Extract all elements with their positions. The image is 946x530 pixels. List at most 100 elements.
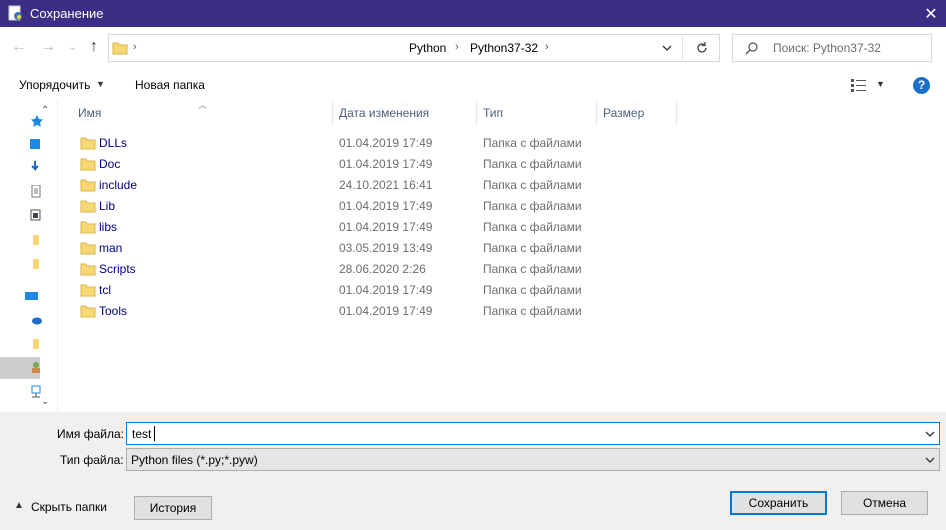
filename-value[interactable]: test [132, 427, 151, 441]
file-row[interactable]: man 03.05.2019 13:49 Папка с файлами [58, 237, 946, 258]
folder-icon [80, 263, 96, 276]
network-icon[interactable] [30, 385, 44, 399]
file-type: Папка с файлами [483, 304, 582, 318]
folder-icon [112, 42, 128, 55]
search-box[interactable]: Поиск: Python37-32 [732, 34, 932, 62]
column-header-size[interactable]: Размер [603, 100, 644, 126]
file-row[interactable]: Doc 01.04.2019 17:49 Папка с файлами [58, 153, 946, 174]
onedrive-icon[interactable] [30, 313, 44, 327]
caret-down-icon[interactable]: ▼ [876, 79, 885, 89]
breadcrumb-python[interactable]: Python [409, 41, 446, 55]
window-title: Сохранение [30, 6, 104, 21]
file-name: Scripts [99, 262, 136, 276]
back-button[interactable]: ← [9, 37, 29, 57]
address-divider [682, 35, 683, 61]
chevron-down-icon [662, 45, 672, 51]
file-name: DLLs [99, 136, 128, 150]
documents-icon[interactable] [30, 185, 44, 199]
address-dropdown-button[interactable] [654, 36, 680, 60]
navigation-scrollbar[interactable] [40, 118, 54, 394]
chevron-up-icon[interactable]: ▲ [14, 500, 24, 511]
file-name: include [99, 178, 138, 192]
cancel-button[interactable]: Отмена [841, 491, 928, 515]
file-type: Папка с файлами [483, 262, 582, 276]
chevron-down-icon[interactable] [925, 427, 935, 441]
view-details-icon[interactable] [850, 78, 870, 92]
close-button[interactable]: ✕ [916, 0, 946, 27]
save-form-panel: Имя файла: test Тип файла: Python files … [0, 412, 946, 530]
folder-icon[interactable] [30, 257, 44, 271]
column-header-date[interactable]: Дата изменения [339, 100, 429, 126]
breadcrumb-chevron-icon: › [133, 41, 137, 53]
organize-button[interactable]: Упорядочить [19, 78, 90, 92]
file-row[interactable]: tcl 01.04.2019 17:49 Папка с файлами [58, 279, 946, 300]
navigation-bar: ← → ⌄ ↑ › Python › Python37-32 › Поиск: … [0, 27, 946, 69]
breadcrumb-chevron-icon[interactable]: › [455, 41, 459, 53]
refresh-button[interactable] [689, 36, 715, 60]
column-divider[interactable] [476, 100, 477, 126]
column-divider[interactable] [676, 100, 677, 126]
file-type: Папка с файлами [483, 136, 582, 150]
help-icon[interactable]: ? [913, 77, 930, 94]
breadcrumb-python37-32[interactable]: Python37-32 [470, 41, 538, 55]
user-icon[interactable] [30, 361, 44, 375]
search-placeholder: Поиск: Python37-32 [773, 41, 881, 55]
file-row[interactable]: include 24.10.2021 16:41 Папка с файлами [58, 174, 946, 195]
save-button[interactable]: Сохранить [730, 491, 827, 515]
forward-arrow-icon: → [40, 38, 56, 55]
file-row[interactable]: Tools 01.04.2019 17:49 Папка с файлами [58, 300, 946, 321]
hide-folders-button[interactable]: Скрыть папки [31, 500, 107, 514]
file-type: Папка с файлами [483, 157, 582, 171]
file-type: Папка с файлами [483, 241, 582, 255]
title-bar: Сохранение ✕ [0, 0, 946, 27]
pictures-icon[interactable] [30, 209, 44, 223]
file-name: Doc [99, 157, 121, 171]
folder-icon[interactable] [30, 337, 44, 351]
folder-icon [80, 242, 96, 255]
file-name: libs [99, 220, 118, 234]
file-name: tcl [99, 283, 111, 297]
history-button[interactable]: История [134, 496, 212, 520]
column-header-name[interactable]: Имя [78, 100, 101, 126]
desktop-icon[interactable] [30, 138, 44, 152]
folder-icon [80, 137, 96, 150]
file-row[interactable]: Scripts 28.06.2020 2:26 Папка с файлами [58, 258, 946, 279]
folder-icon [80, 305, 96, 318]
address-bar[interactable]: › Python › Python37-32 › [108, 34, 720, 62]
file-row[interactable]: DLLs 01.04.2019 17:49 Папка с файлами [58, 132, 946, 153]
recent-locations-button[interactable]: ⌄ [63, 37, 83, 57]
file-type: Папка с файлами [483, 220, 582, 234]
file-row[interactable]: Lib 01.04.2019 17:49 Папка с файлами [58, 195, 946, 216]
breadcrumb-chevron-icon[interactable]: › [545, 41, 549, 53]
filename-label: Имя файла: [57, 427, 124, 441]
search-icon [745, 42, 758, 55]
folder-icon [80, 200, 96, 213]
navigation-pane: ⌃ ⌄ [0, 100, 58, 412]
column-divider[interactable] [332, 100, 333, 126]
file-row[interactable]: libs 01.04.2019 17:49 Папка с файлами [58, 216, 946, 237]
filetype-select[interactable]: Python files (*.py;*.pyw) [126, 448, 940, 471]
sort-ascending-icon: ︿ [198, 100, 208, 110]
file-type: Папка с файлами [483, 283, 582, 297]
filetype-value: Python files (*.py;*.pyw) [131, 453, 258, 467]
column-divider[interactable] [596, 100, 597, 126]
up-button[interactable]: ↑ [84, 37, 104, 57]
text-caret [154, 426, 155, 441]
filetype-label: Тип файла: [60, 453, 124, 467]
folder-icon[interactable] [30, 233, 44, 247]
file-date: 01.04.2019 17:49 [339, 283, 433, 297]
file-name: Lib [99, 199, 116, 213]
this-pc-icon[interactable] [24, 290, 38, 304]
file-date: 03.05.2019 13:49 [339, 241, 433, 255]
command-toolbar: Упорядочить ▼ Новая папка ▼ ? [0, 69, 946, 100]
filename-input[interactable]: test [126, 422, 940, 445]
quick-access-star-icon[interactable] [30, 114, 44, 128]
downloads-icon[interactable] [30, 161, 44, 175]
file-date: 01.04.2019 17:49 [339, 304, 433, 318]
column-header-type[interactable]: Тип [483, 100, 503, 126]
forward-button[interactable]: → [38, 37, 58, 57]
new-folder-button[interactable]: Новая папка [135, 78, 205, 92]
python-app-icon [8, 5, 22, 21]
file-name: Tools [99, 304, 128, 318]
file-type: Папка с файлами [483, 199, 582, 213]
